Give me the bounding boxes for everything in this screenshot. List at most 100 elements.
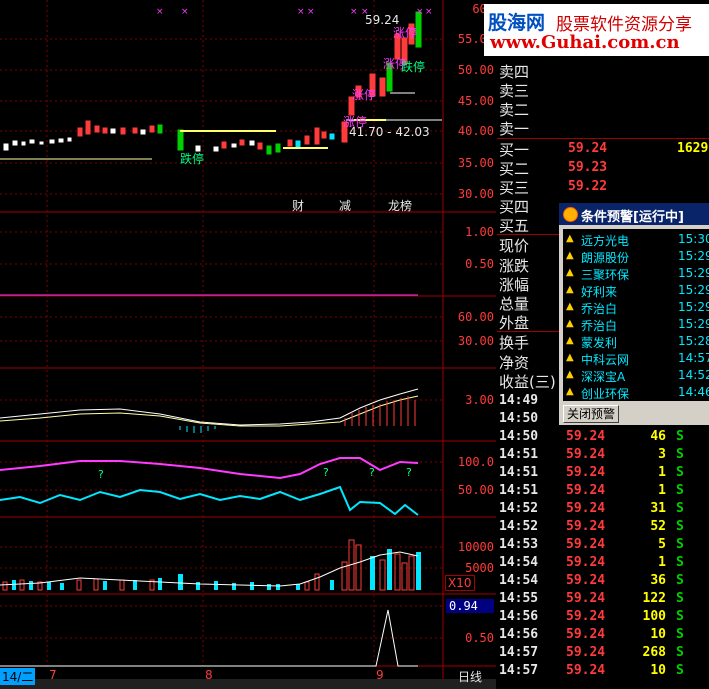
- tick-price: 59.24: [566, 501, 606, 516]
- svg-text:×: ×: [425, 7, 433, 17]
- tick-side: S: [676, 483, 684, 498]
- alert-item[interactable]: ▲ 深深宝A 14:52: [563, 368, 709, 385]
- bid-label: 买一: [499, 141, 530, 159]
- warning-icon: ▲: [566, 369, 574, 380]
- tick-side: S: [676, 573, 684, 588]
- alert-title-bar[interactable]: 条件预警[运行中]: [559, 203, 709, 225]
- price-axis-label: 30.00: [457, 187, 494, 201]
- warning-icon: ▲: [566, 267, 574, 278]
- bid-label: 买二: [499, 160, 530, 178]
- alert-item[interactable]: ▲ 创业环保 14:46: [563, 385, 709, 402]
- alert-item[interactable]: ▲ 蒙发利 15:28: [563, 334, 709, 351]
- tick-time: 14:54: [499, 555, 539, 570]
- tick-side: S: [676, 645, 684, 660]
- vol-axis-label: 10000: [457, 540, 494, 554]
- tick-volume: 1: [658, 465, 666, 480]
- tick-volume: 10: [650, 627, 666, 642]
- ind2-axis-label: 60.00: [457, 310, 494, 324]
- tick-volume: 1: [658, 483, 666, 498]
- tick-side: S: [676, 609, 684, 624]
- tick-side: S: [676, 663, 684, 678]
- tick-volume: 1: [658, 555, 666, 570]
- tick-price: 59.24: [566, 429, 606, 444]
- news-tag-jian[interactable]: 减: [339, 197, 351, 214]
- tick-time: 14:56: [499, 609, 539, 624]
- tick-time: 14:52: [499, 501, 539, 516]
- tick-time: 14:52: [499, 519, 539, 534]
- tick-time: 14:57: [499, 663, 539, 678]
- tick-volume: 46: [650, 429, 666, 444]
- tick-price: 59.24: [566, 465, 606, 480]
- ind3-axis-label: 3.00: [465, 393, 494, 407]
- tick-time: 14:56: [499, 627, 539, 642]
- ind4-axis-label: 50.00: [457, 483, 494, 497]
- last-axis-label: 0.94: [446, 599, 494, 613]
- warning-icon: ▲: [566, 386, 574, 397]
- stat-label: 换手: [499, 334, 530, 352]
- signal-q: ?: [369, 466, 375, 479]
- alert-item[interactable]: ▲ 乔治白 15:29: [563, 300, 709, 317]
- alert-item[interactable]: ▲ 中科云网 14:57: [563, 351, 709, 368]
- date-label: 14/二: [0, 668, 36, 685]
- tick-side: S: [676, 501, 684, 516]
- tick-time: 14:57: [499, 645, 539, 660]
- alert-item[interactable]: ▲ 朗源股份 15:29: [563, 249, 709, 266]
- ind3-panel: [0, 388, 419, 433]
- bid-price: 59.22: [568, 179, 608, 194]
- warning-icon: ▲: [566, 250, 574, 261]
- price-axis-label: 40.00: [457, 124, 494, 138]
- tick-time: 14:51: [499, 483, 539, 498]
- signal-q: ?: [323, 466, 329, 479]
- tick-price: 59.24: [566, 519, 606, 534]
- warning-icon: ▲: [566, 352, 574, 363]
- tick-side: S: [676, 537, 684, 552]
- tick-price: 59.24: [566, 537, 606, 552]
- ask-label: 卖三: [499, 82, 530, 100]
- tick-time: 14:49: [499, 393, 539, 408]
- news-tag-cai[interactable]: 财: [292, 197, 304, 214]
- tick-price: 59.24: [566, 609, 606, 624]
- price-axis-label: 45.00: [457, 94, 494, 108]
- kline-chart[interactable]: × × × × × × × ×: [0, 0, 496, 689]
- tick-volume: 52: [650, 519, 666, 534]
- alert-item[interactable]: ▲ 好利来 15:29: [563, 283, 709, 300]
- alert-item[interactable]: ▲ 三聚环保 15:29: [563, 266, 709, 283]
- svg-text:×: ×: [307, 7, 315, 17]
- tick-volume: 3: [658, 447, 666, 462]
- warning-icon: ▲: [566, 233, 574, 244]
- tick-volume: 36: [650, 573, 666, 588]
- limit-down-tag: 跌停: [401, 60, 426, 74]
- tick-side: S: [676, 447, 684, 462]
- tick-time: 14:53: [499, 537, 539, 552]
- watermark-logo: 股海网: [488, 12, 546, 34]
- tick-volume: 268: [642, 645, 666, 660]
- tick-time: 14:54: [499, 573, 539, 588]
- tick-time: 14:51: [499, 447, 539, 462]
- ind1-axis-label: 1.00: [465, 225, 494, 239]
- watermark: 股海网 股票软件资源分享 www.Guhai.com.cn: [484, 4, 709, 56]
- limit-up-tag: 涨停: [343, 115, 368, 129]
- warning-icon: ▲: [566, 318, 574, 329]
- alert-item[interactable]: ▲ 远方光电 15:30: [563, 232, 709, 249]
- period-label[interactable]: 日线: [458, 668, 482, 685]
- alert-app-icon: [563, 207, 578, 222]
- ask-label: 卖四: [499, 63, 530, 81]
- close-alert-button[interactable]: 关闭预警: [563, 405, 619, 423]
- alert-panel[interactable]: 条件预警[运行中] ▲ 远方光电 15:30 ▲ 朗源股份 15:29 ▲ 三聚环保 15:…: [559, 203, 709, 425]
- svg-text:×: ×: [416, 7, 424, 17]
- last-axis-label: 0.50: [465, 631, 494, 645]
- ind4-axis-label: 100.0: [457, 455, 494, 469]
- warning-icon: ▲: [566, 301, 574, 312]
- svg-text:×: ×: [156, 7, 164, 17]
- tick-time: 14:50: [499, 429, 539, 444]
- warning-icon: ▲: [566, 335, 574, 346]
- tick-volume: 100: [642, 609, 666, 624]
- news-tag-long[interactable]: 龙榜: [388, 197, 412, 214]
- tick-price: 59.24: [566, 555, 606, 570]
- alert-list[interactable]: ▲ 远方光电 15:30 ▲ 朗源股份 15:29 ▲ 三聚环保 15:29 ▲ 好利来 15:…: [563, 229, 709, 401]
- tick-volume: 31: [650, 501, 666, 516]
- stat-label: 外盘: [499, 314, 530, 332]
- bid-label: 买五: [499, 217, 530, 235]
- bid-price: 59.24: [568, 141, 608, 156]
- alert-item[interactable]: ▲ 乔治白 15:29: [563, 317, 709, 334]
